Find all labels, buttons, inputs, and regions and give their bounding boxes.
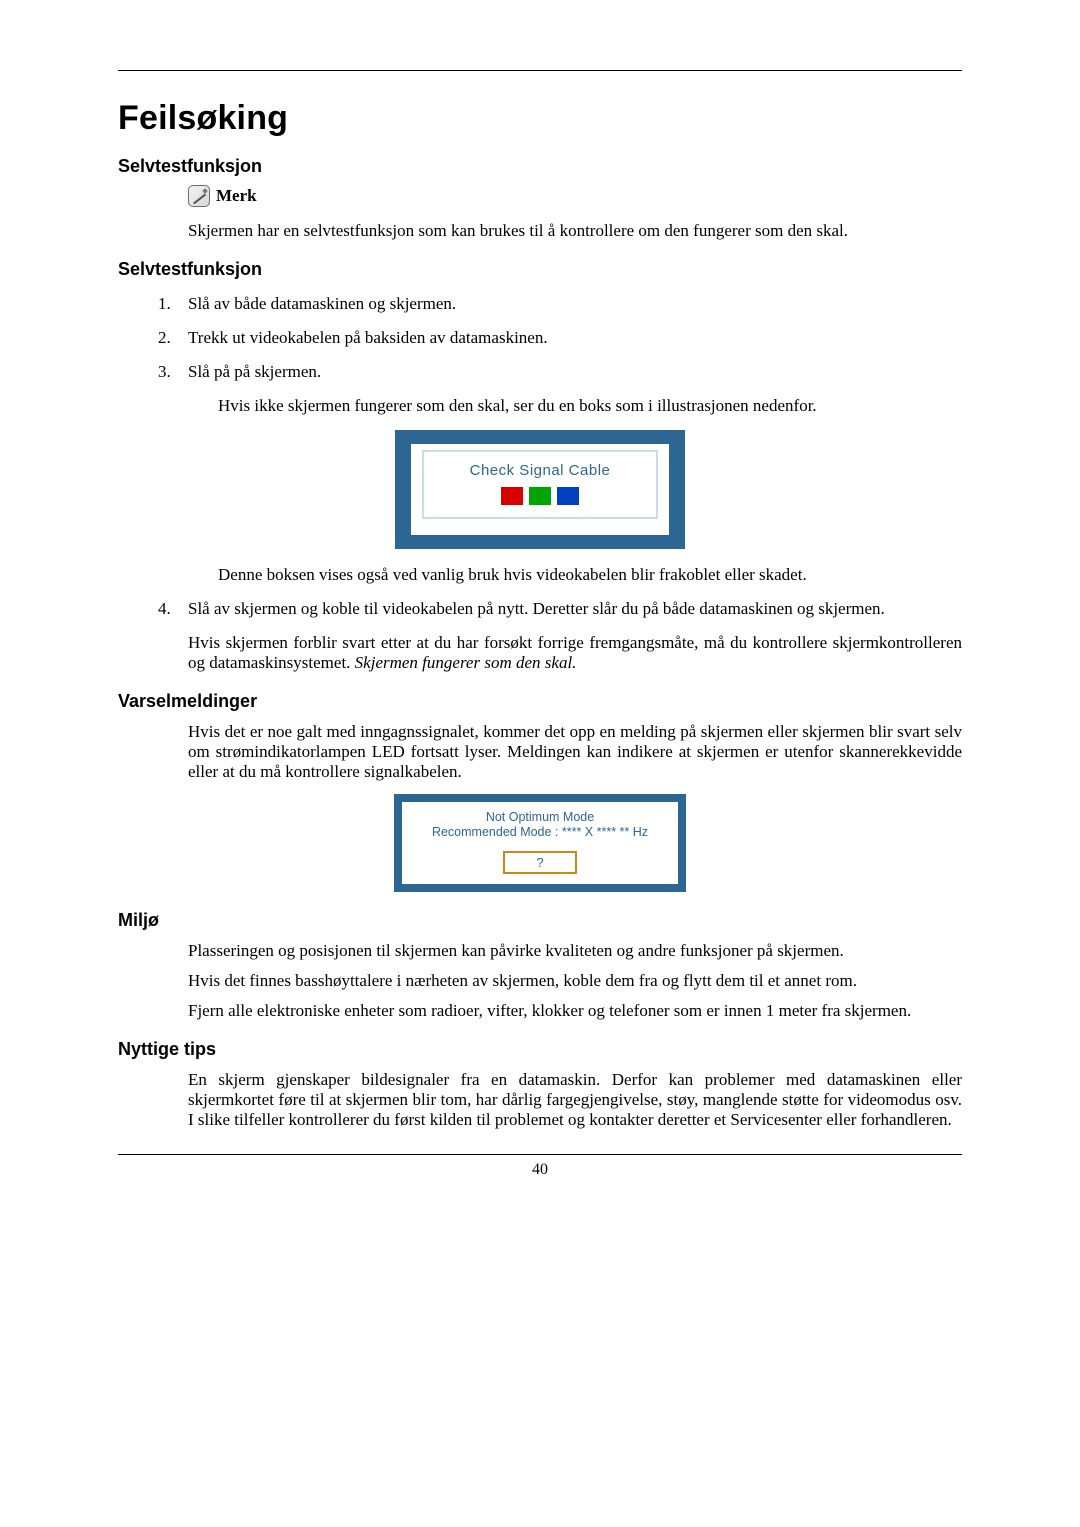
figure-check-signal-cable: Check Signal Cable (395, 430, 685, 549)
step-1: 1. Slå av både datamaskinen og skjermen. (158, 294, 962, 314)
rule-bottom (118, 1154, 962, 1155)
tips-p1: En skjerm gjenskaper bildesignaler fra e… (188, 1070, 962, 1130)
after-fig1: Denne boksen vises også ved vanlig bruk … (218, 565, 962, 585)
color-square-green (529, 487, 551, 505)
page-title: Feilsøking (118, 99, 962, 138)
steps-list: 1. Slå av både datamaskinen og skjermen.… (158, 294, 962, 382)
heading-varselmeldinger: Varselmeldinger (118, 691, 962, 712)
step-4-text: Slå av skjermen og koble til videokabele… (188, 599, 962, 619)
step-2: 2. Trekk ut videokabelen på baksiden av … (158, 328, 962, 348)
heading-miljo: Miljø (118, 910, 962, 931)
step-4: 4. Slå av skjermen og koble til videokab… (158, 599, 962, 619)
heading-selvtest-1: Selvtestfunksjon (118, 156, 962, 177)
page-number: 40 (118, 1161, 962, 1179)
fig2-line1: Not Optimum Mode (408, 810, 672, 824)
step-3: 3. Slå på på skjermen. (158, 362, 962, 382)
document-page: Feilsøking Selvtestfunksjon Merk Skjerme… (0, 0, 1080, 1527)
step-2-text: Trekk ut videokabelen på baksiden av dat… (188, 328, 962, 348)
fig1-text: Check Signal Cable (424, 462, 656, 479)
miljo-p3: Fjern alle elektroniske enheter som radi… (188, 1001, 962, 1021)
miljo-p1: Plasseringen og posisjonen til skjermen … (188, 941, 962, 961)
after-step3: Hvis ikke skjermen fungerer som den skal… (218, 396, 962, 416)
step-1-text: Slå av både datamaskinen og skjermen. (188, 294, 962, 314)
fig2-button: ? (503, 851, 577, 874)
color-square-red (501, 487, 523, 505)
heading-nyttige-tips: Nyttige tips (118, 1039, 962, 1060)
closing-text-b: Skjermen fungerer som den skal. (355, 653, 577, 672)
fig2-line2: Recommended Mode : **** X **** ** Hz (408, 825, 672, 839)
figure-not-optimum-mode: Not Optimum Mode Recommended Mode : ****… (394, 794, 686, 892)
note-icon (188, 185, 210, 207)
steps-list-cont: 4. Slå av skjermen og koble til videokab… (158, 599, 962, 619)
note-row: Merk (188, 185, 962, 207)
selvtest-intro: Skjermen har en selvtestfunksjon som kan… (188, 221, 962, 241)
color-square-blue (557, 487, 579, 505)
varsel-para: Hvis det er noe galt med inngagnssignale… (188, 722, 962, 782)
step-3-text: Slå på på skjermen. (188, 362, 962, 382)
miljo-p2: Hvis det finnes basshøyttalere i nærhete… (188, 971, 962, 991)
rule-top (118, 70, 962, 71)
note-label: Merk (216, 186, 257, 206)
selvtest-closing: Hvis skjermen forblir svart etter at du … (188, 633, 962, 673)
heading-selvtest-2: Selvtestfunksjon (118, 259, 962, 280)
